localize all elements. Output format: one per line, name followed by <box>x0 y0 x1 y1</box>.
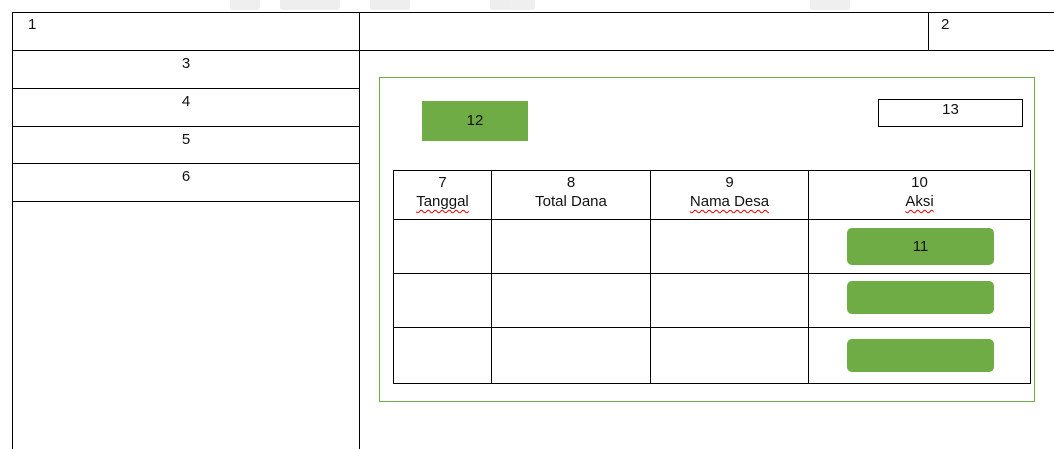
column-number: 7 <box>438 174 447 191</box>
frame-top-border <box>12 12 1054 13</box>
column-label: Aksi <box>905 193 934 210</box>
column-number: 9 <box>725 174 734 191</box>
action-button[interactable]: 11 <box>847 228 994 265</box>
sidebar-divider <box>359 12 360 449</box>
cell-tanggal <box>393 327 492 384</box>
sidebar-item-4[interactable]: 6 <box>13 164 359 202</box>
account-placeholder[interactable]: 2 <box>941 16 949 34</box>
cell-aksi <box>808 327 1031 384</box>
column-number: 8 <box>566 174 576 191</box>
cell-nama-desa <box>650 219 809 274</box>
cell-total-dana <box>491 327 651 384</box>
data-table: 7 Tanggal 8 Total Dana 9 Nama Desa 10 Ak… <box>393 170 1031 384</box>
column-label: Total Dana <box>535 193 607 210</box>
column-number: 10 <box>911 174 928 191</box>
column-header-tanggal: 7 Tanggal <box>393 170 492 220</box>
sidebar-item-label: 6 <box>181 168 191 185</box>
sidebar-item-label: 4 <box>181 93 191 110</box>
column-label: Nama Desa <box>689 193 770 210</box>
cell-tanggal <box>393 273 492 328</box>
column-header-aksi: 10 Aksi <box>808 170 1031 220</box>
watermark <box>170 0 890 12</box>
search-input[interactable]: 13 <box>878 99 1023 127</box>
sidebar-item-1[interactable]: 3 <box>13 51 359 89</box>
app-logo-placeholder: 1 <box>28 16 37 33</box>
sidebar-item-label: 3 <box>181 55 191 72</box>
cell-tanggal <box>393 219 492 274</box>
cell-aksi <box>808 273 1031 328</box>
table-row <box>393 327 1031 384</box>
cell-total-dana <box>491 273 651 328</box>
sidebar-item-3[interactable]: 5 <box>13 127 359 164</box>
add-button[interactable]: 12 <box>422 101 528 141</box>
column-header-total-dana: 8 Total Dana <box>491 170 651 220</box>
sidebar-item-label: 5 <box>181 131 191 148</box>
table-row <box>393 273 1031 328</box>
cell-nama-desa <box>650 327 809 384</box>
table-header-row: 7 Tanggal 8 Total Dana 9 Nama Desa 10 Ak… <box>393 170 1031 220</box>
action-button[interactable] <box>847 339 994 372</box>
action-button-label: 11 <box>912 238 929 255</box>
column-header-nama-desa: 9 Nama Desa <box>650 170 809 220</box>
cell-nama-desa <box>650 273 809 328</box>
column-label: Tanggal <box>416 193 469 210</box>
cell-aksi: 11 <box>808 219 1031 274</box>
sidebar-item-2[interactable]: 4 <box>13 89 359 127</box>
table-row: 11 <box>393 219 1031 274</box>
header-split <box>928 12 929 50</box>
add-button-label: 12 <box>466 112 484 129</box>
cell-total-dana <box>491 219 651 274</box>
search-input-label: 13 <box>942 101 959 118</box>
action-button[interactable] <box>847 281 994 314</box>
